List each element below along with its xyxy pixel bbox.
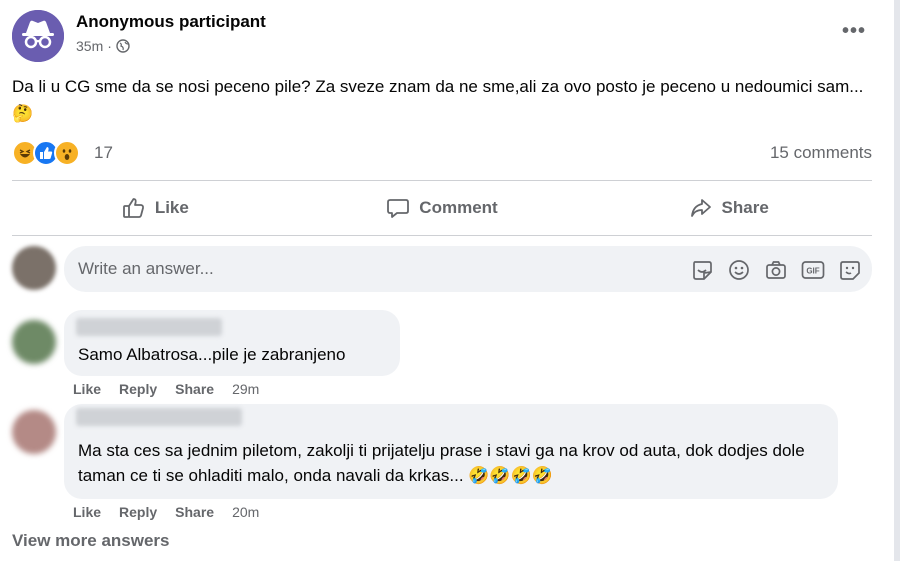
composer-tools: GIF [690,258,862,282]
divider [12,180,872,181]
view-more-answers-link[interactable]: View more answers [12,531,170,551]
post-meta: 35m · [76,38,130,54]
comment-label: Comment [419,198,498,217]
post-author[interactable]: Anonymous participant [76,12,266,32]
comment-text: Samo Albatrosa...pile je zabranjeno [78,345,346,364]
like-button[interactable]: Like [12,182,299,234]
comment-time[interactable]: 29m [232,381,259,397]
anonymous-avatar[interactable] [12,10,64,62]
comment-reply-button[interactable]: Reply [119,504,157,520]
gif-label: GIF [806,267,819,276]
comment-composer[interactable]: Write an answer... GIF [64,246,872,292]
comment-icon [387,199,410,218]
share-button[interactable]: Share [585,182,872,234]
comment-actions: Like Reply Share 29m [73,381,259,397]
commenter-name-redacted[interactable] [76,408,242,426]
user-avatar[interactable] [12,246,56,290]
comment-actions: Like Reply Share 20m [73,504,259,520]
comment-input-placeholder[interactable]: Write an answer... [78,259,214,279]
comment-like-button[interactable]: Like [73,381,101,397]
more-options-button[interactable]: ••• [842,20,866,43]
comment-reply-button[interactable]: Reply [119,381,157,397]
globe-icon[interactable] [116,39,130,53]
wow-icon [54,140,80,166]
share-arrow-icon [690,199,711,217]
post-header: Anonymous participant 35m · ••• [12,10,872,62]
divider [12,235,872,236]
gif-icon[interactable]: GIF [801,258,825,282]
meta-separator: · [107,38,112,54]
comment-like-button[interactable]: Like [73,504,101,520]
sticker-icon[interactable] [690,258,714,282]
post-text: Da li u CG sme da se nosi peceno pile? Z… [12,77,864,123]
camera-icon[interactable] [764,258,788,282]
comment-share-button[interactable]: Share [175,504,214,520]
post-time[interactable]: 35m [76,38,103,54]
incognito-icon [12,10,64,62]
share-label: Share [721,198,769,217]
comment-button[interactable]: Comment [299,182,586,234]
thumbs-up-icon [122,198,144,218]
comments-count-link[interactable]: 15 comments [770,143,872,163]
commenter-name-redacted[interactable] [76,318,222,336]
reaction-count[interactable]: 17 [94,143,113,163]
reactions-summary: 17 15 comments [12,140,872,166]
comment-time[interactable]: 20m [232,504,259,520]
comment-bubble: Ma sta ces sa jednim piletom, zakolji ti… [64,404,838,499]
post-action-bar: Like Comment Share [12,182,872,234]
commenter-avatar[interactable] [12,410,56,454]
comment-bubble: Samo Albatrosa...pile je zabranjeno [64,310,400,376]
emoji-icon[interactable] [727,258,751,282]
like-label: Like [154,198,189,217]
reaction-icons[interactable] [12,140,80,166]
avatar-sticker-icon[interactable] [838,258,862,282]
comment-text: Ma sta ces sa jednim piletom, zakolji ti… [78,441,805,485]
commenter-avatar[interactable] [12,320,56,364]
comment-share-button[interactable]: Share [175,381,214,397]
page-edge [894,0,900,561]
